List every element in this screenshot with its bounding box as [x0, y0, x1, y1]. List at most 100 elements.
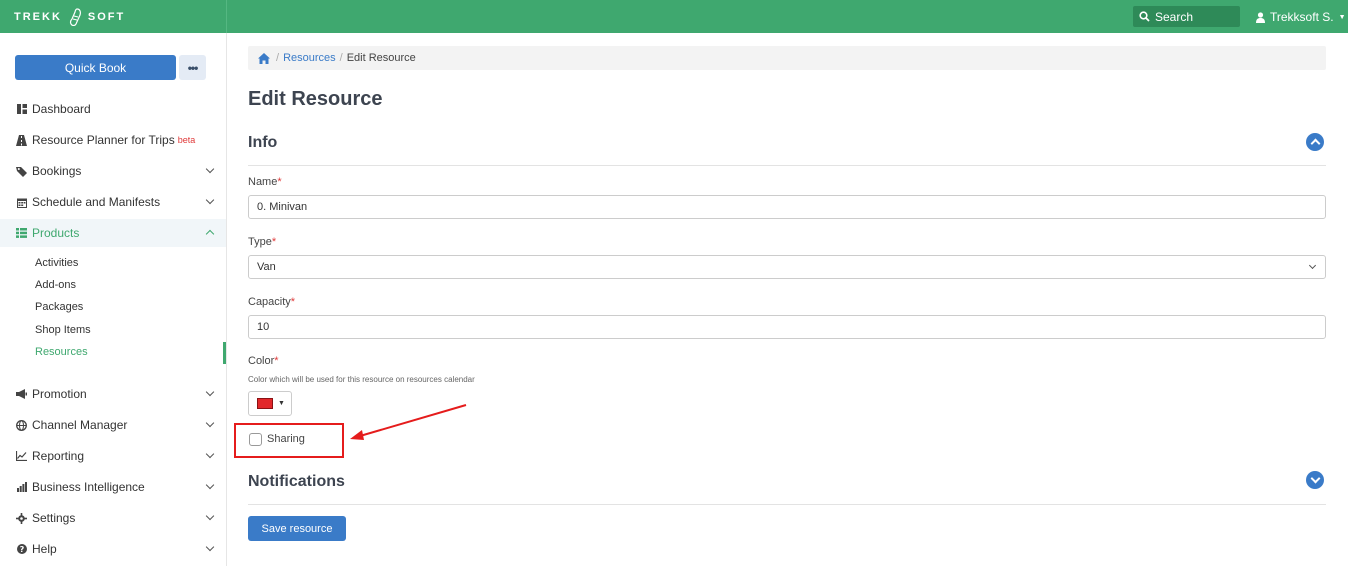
sub-item-activities[interactable]: Activities: [35, 257, 78, 269]
globe-icon: [16, 419, 27, 431]
type-select[interactable]: Van: [248, 255, 1326, 279]
nav-label: Schedule and Manifests: [32, 195, 161, 209]
nav-item-products[interactable]: Products: [0, 219, 226, 247]
nav-item-schedule[interactable]: Schedule and Manifests: [0, 188, 226, 216]
gear-icon: [16, 512, 27, 524]
nav-item-reporting[interactable]: Reporting: [0, 442, 226, 470]
required-mark: *: [274, 355, 279, 367]
caret-down-icon: ▼: [278, 400, 285, 407]
line-chart-icon: [16, 451, 27, 462]
road-icon: [16, 134, 27, 146]
chevron-down-icon: [205, 418, 215, 428]
search-icon: [1139, 11, 1150, 22]
color-picker[interactable]: ▼: [248, 391, 292, 416]
notifications-section-title: Notifications: [248, 473, 345, 490]
info-divider: [248, 165, 1326, 166]
nav-label: Dashboard: [32, 102, 91, 116]
required-mark: *: [277, 176, 282, 188]
brand-area: TREKK SOFT: [0, 0, 227, 33]
name-field[interactable]: 0. Minivan: [248, 195, 1326, 219]
breadcrumb-current: Edit Resource: [346, 52, 416, 64]
sub-item-shop-items[interactable]: Shop Items: [35, 324, 91, 336]
capacity-field[interactable]: 10: [248, 315, 1326, 339]
sharing-label[interactable]: Sharing: [267, 433, 305, 445]
required-mark: *: [271, 236, 277, 248]
user-icon: [1256, 11, 1265, 23]
sidebar: Quick Book ••• Dashboard Resource Planne…: [0, 33, 227, 566]
color-label-text: Color: [248, 355, 275, 367]
collapse-info-icon[interactable]: [1306, 133, 1324, 151]
logo[interactable]: TREKK SOFT: [14, 8, 125, 26]
user-name: Trekksoft S.: [1270, 10, 1334, 24]
annotation-arrow: [350, 404, 467, 440]
breadcrumb-separator: /: [276, 52, 280, 64]
required-mark: *: [290, 296, 296, 308]
chevron-down-icon: [205, 480, 215, 490]
beta-badge: beta: [177, 135, 196, 145]
chevron-down-icon: [205, 542, 215, 552]
home-icon[interactable]: [258, 52, 270, 64]
nav-item-settings[interactable]: Settings: [0, 504, 226, 532]
top-bar: TREKK SOFT Search Trekksoft S. ▼: [0, 0, 1348, 33]
nav-label: Channel Manager: [32, 418, 128, 432]
nav-item-dashboard[interactable]: Dashboard: [0, 95, 226, 123]
nav-item-business-intelligence[interactable]: Business Intelligence: [0, 473, 226, 501]
sharing-checkbox[interactable]: [249, 433, 262, 446]
expand-notifications-icon[interactable]: [1306, 471, 1324, 489]
nav-label: Products: [32, 226, 80, 240]
sub-item-add-ons[interactable]: Add-ons: [35, 279, 76, 291]
svg-text:?: ?: [19, 545, 24, 554]
sub-item-packages[interactable]: Packages: [35, 301, 83, 313]
caret-down-icon: ▼: [1338, 13, 1346, 21]
nav-item-bookings[interactable]: Bookings: [0, 157, 226, 185]
nav-label: Help: [32, 542, 57, 556]
name-label-text: Name: [248, 176, 278, 188]
sub-item-resources[interactable]: Resources: [35, 346, 88, 358]
chevron-down-icon: [205, 164, 215, 174]
breadcrumb-separator: /: [339, 52, 343, 64]
chevron-down-icon: [205, 387, 215, 397]
nav-label: Resource Planner for Trips: [32, 133, 175, 147]
nav-item-help[interactable]: ? Help: [0, 535, 226, 563]
color-hint: Color which will be used for this resour…: [248, 375, 475, 384]
capacity-label: Capacity*: [248, 296, 295, 308]
tag-icon: [16, 166, 27, 177]
nav-label: Business Intelligence: [32, 480, 145, 494]
chevron-up-icon: [205, 229, 215, 239]
breadcrumb: / Resources / Edit Resource: [248, 46, 1326, 70]
notifications-divider: [248, 504, 1326, 505]
name-label: Name*: [248, 176, 282, 188]
shoe-icon: [69, 8, 81, 26]
info-section-title: Info: [248, 134, 278, 151]
more-options-button[interactable]: •••: [179, 55, 206, 80]
nav-label: Reporting: [32, 449, 85, 463]
megaphone-icon: [16, 389, 27, 400]
type-label: Type*: [248, 236, 276, 248]
type-label-text: Type: [248, 236, 272, 248]
chevron-down-icon: [1308, 261, 1317, 270]
breadcrumb-resources-link[interactable]: Resources: [283, 52, 336, 64]
logo-text-right: SOFT: [87, 11, 126, 23]
question-icon: ?: [16, 544, 27, 555]
nav-item-promotion[interactable]: Promotion: [0, 380, 226, 408]
dashboard-icon: [16, 104, 27, 115]
bar-chart-icon: [16, 482, 27, 493]
capacity-label-text: Capacity: [248, 296, 291, 308]
chevron-down-icon: [205, 511, 215, 521]
page-title: Edit Resource: [248, 88, 383, 110]
calendar-icon: [16, 197, 27, 208]
search-label: Search: [1155, 9, 1194, 24]
quick-book-button[interactable]: Quick Book: [15, 55, 176, 80]
chevron-down-icon: [205, 449, 215, 459]
save-resource-button[interactable]: Save resource: [248, 516, 346, 541]
nav-label: Settings: [32, 511, 76, 525]
nav-item-resource-planner[interactable]: Resource Planner for Trips beta: [0, 126, 226, 154]
user-menu[interactable]: Trekksoft S. ▼: [1256, 10, 1346, 24]
color-label: Color*: [248, 355, 279, 367]
nav-item-channel-manager[interactable]: Channel Manager: [0, 411, 226, 439]
list-icon: [16, 228, 27, 239]
logo-text-left: TREKK: [14, 11, 62, 23]
nav-label: Bookings: [32, 164, 82, 178]
chevron-down-icon: [205, 195, 215, 205]
search-box[interactable]: Search: [1133, 6, 1240, 27]
